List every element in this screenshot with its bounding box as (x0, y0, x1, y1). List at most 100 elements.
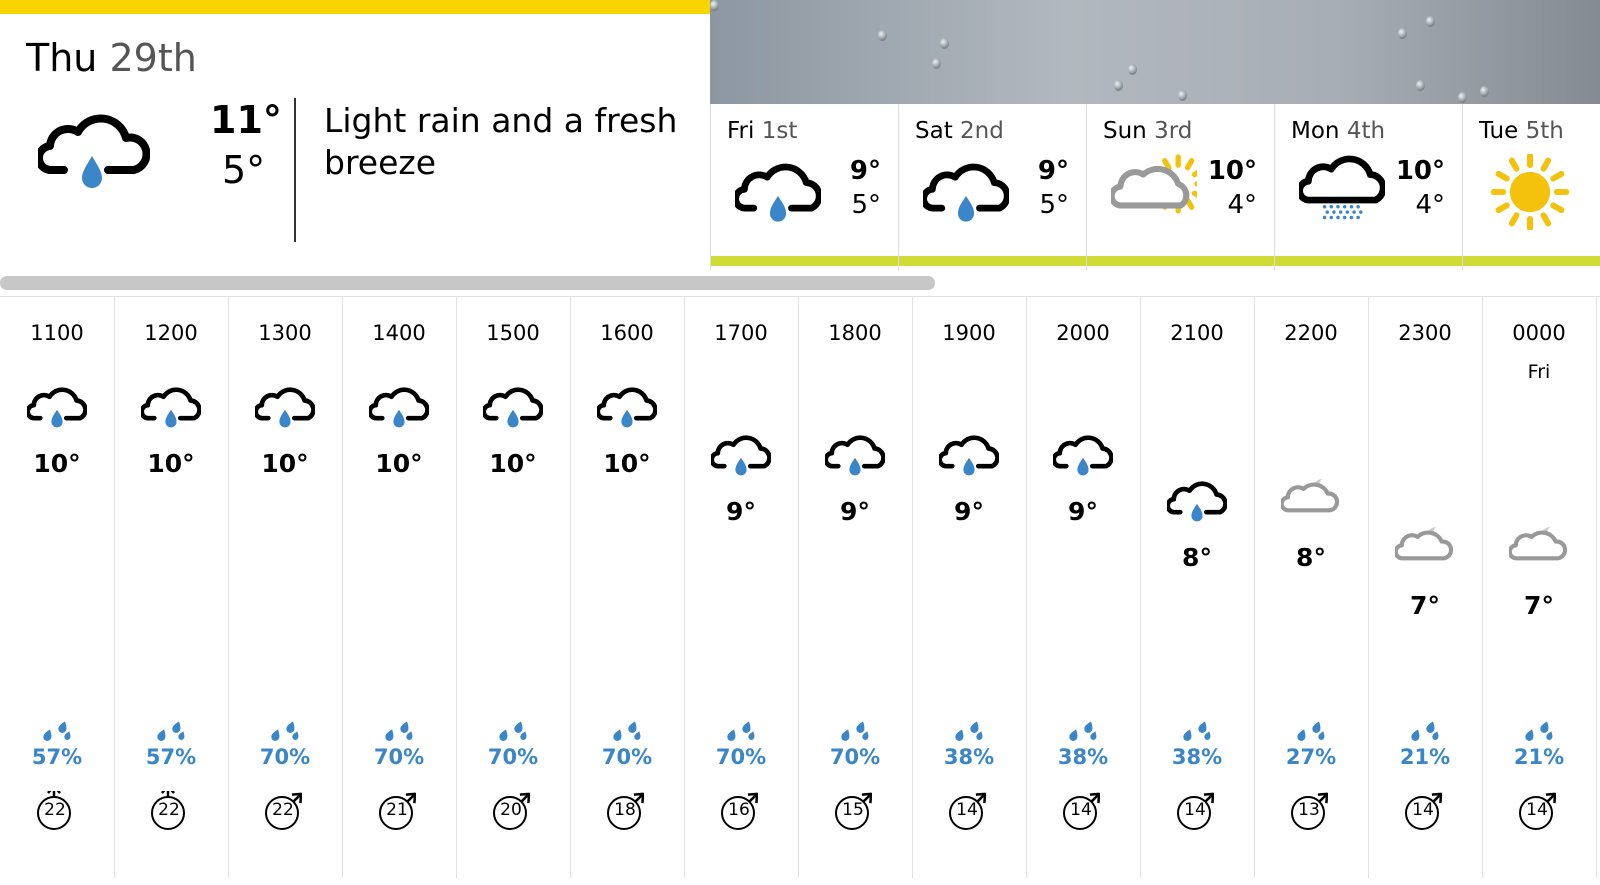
day-name: Fri (727, 118, 755, 144)
rain-drops-icon (953, 715, 985, 747)
light-rain-icon (253, 381, 316, 437)
today-day: Thu (26, 36, 98, 80)
day-stripe (1463, 256, 1600, 266)
hour-time: 1100 (30, 321, 84, 345)
wind-speed: 14 (1412, 800, 1434, 820)
rain-chance: 70% (601, 745, 653, 769)
day-stripe (711, 256, 899, 266)
hour-column-1900[interactable]: 1900 9° 38% 14 (912, 297, 1027, 878)
hour-temp: 10° (261, 449, 309, 478)
light-rain-icon (823, 429, 886, 485)
hour-column-1400[interactable]: 1400 10° 70% 21 (342, 297, 457, 878)
rain-chance: 70% (373, 745, 425, 769)
hour-column-1700[interactable]: 1700 9° 70% 16 (684, 297, 799, 878)
day-min-temp: 5° (1039, 190, 1069, 220)
hour-temp: 8° (1182, 543, 1212, 572)
wind-speed: 14 (1184, 800, 1206, 820)
light-rain-icon (709, 429, 772, 485)
hour-temp: 7° (1524, 591, 1554, 620)
rain-chance: 21% (1399, 745, 1451, 769)
light-rain-icon (481, 381, 544, 437)
light-rain-icon (732, 154, 823, 234)
hour-temp: 7° (1410, 591, 1440, 620)
hour-time: 2300 (1398, 321, 1452, 345)
rain-chance: 38% (1057, 745, 1109, 769)
light-rain-icon (139, 381, 202, 437)
hour-column-1800[interactable]: 1800 9° 70% 15 (798, 297, 913, 878)
rain-background-photo (710, 0, 1600, 104)
hour-time: 2000 (1056, 321, 1110, 345)
day-tile-mon[interactable]: Mon 4th 10° 4° (1274, 104, 1463, 270)
rain-drops-icon (497, 715, 529, 747)
wind-speed: 15 (842, 800, 864, 820)
day-tile-fri[interactable]: Fri 1st 9° 5° (710, 104, 899, 270)
day-name: Mon (1291, 118, 1340, 144)
hour-time: 1700 (714, 321, 768, 345)
day-tile-sun[interactable]: Sun 3rd 10° 4° (1086, 104, 1275, 270)
wind-speed: 22 (158, 800, 180, 820)
hour-time: 1200 (144, 321, 198, 345)
hour-column-0000[interactable]: 0000 Fri 7° 21% 14 (1482, 297, 1597, 878)
rain-drops-icon (1523, 715, 1555, 747)
hour-time: 2200 (1284, 321, 1338, 345)
rain-drops-icon (383, 715, 415, 747)
today-panel: Thu 29th 11° 5° Light rain and a fresh b… (0, 0, 710, 270)
hour-column-2000[interactable]: 2000 9° 38% 14 (1026, 297, 1141, 878)
rain-drops-icon (611, 715, 643, 747)
hour-temp: 9° (954, 497, 984, 526)
hour-column-1100[interactable]: 1100 10° 57% 22 (0, 297, 115, 878)
day-label: Sat 2nd (915, 118, 1004, 144)
hour-time: 1400 (372, 321, 426, 345)
day-date: 1st (761, 118, 798, 144)
rain-drops-icon (1295, 715, 1327, 747)
wind-speed: 18 (614, 800, 636, 820)
wind-speed: 20 (500, 800, 522, 820)
day-date: 3rd (1154, 118, 1193, 144)
rain-drops-icon (155, 715, 187, 747)
day-name: Tue (1479, 118, 1519, 144)
hour-column-1600[interactable]: 1600 10° 70% 18 (570, 297, 685, 878)
hour-column-1500[interactable]: 1500 10° 70% 20 (456, 297, 571, 878)
day-label: Sun 3rd (1103, 118, 1192, 144)
partly-cloudy-night-icon (1393, 523, 1455, 579)
hour-column-2300[interactable]: 2300 7° 21% 14 (1368, 297, 1483, 878)
rain-chance: 70% (487, 745, 539, 769)
light-rain-icon (1051, 429, 1114, 485)
day-max-temp: 10° (1207, 156, 1257, 186)
day-date: 2nd (960, 118, 1004, 144)
day-min-temp: 5° (851, 190, 881, 220)
partly-cloudy-night-icon (1507, 523, 1569, 579)
rain-chance: 57% (31, 745, 83, 769)
hour-column-2100[interactable]: 2100 8° 38% 14 (1140, 297, 1255, 878)
rain-chance: 38% (943, 745, 995, 769)
light-rain-icon (367, 381, 430, 437)
wind-speed: 21 (386, 800, 408, 820)
rain-chance: 21% (1513, 745, 1565, 769)
hour-temp: 8° (1296, 543, 1326, 572)
rain-chance: 38% (1171, 745, 1223, 769)
today-max-temp: 11° (210, 98, 282, 142)
wind-speed: 22 (44, 800, 66, 820)
day-min-temp: 4° (1415, 190, 1445, 220)
sunny-icon (1487, 152, 1573, 234)
hour-column-2200[interactable]: 2200 8° 27% 13 (1254, 297, 1369, 878)
scrollbar-thumb[interactable] (0, 276, 935, 290)
day-tile-sat[interactable]: Sat 2nd 9° 5° (898, 104, 1087, 270)
hour-column-1300[interactable]: 1300 10° 70% 22 (228, 297, 343, 878)
hour-time: 1800 (828, 321, 882, 345)
hour-column-1200[interactable]: 1200 10° 57% 22 (114, 297, 229, 878)
rain-drops-icon (1181, 715, 1213, 747)
rain-drops-icon (41, 715, 73, 747)
hour-time: 2100 (1170, 321, 1224, 345)
wind-speed: 22 (272, 800, 294, 820)
day-stripe (1275, 256, 1463, 266)
day-label: Tue 5th (1479, 118, 1564, 144)
day-stripe (1087, 256, 1275, 266)
wind-speed: 14 (1526, 800, 1548, 820)
hourly-forecast: 1100 10° 57% 22 1200 10° 57% 22 1300 10° 70% 22 1400… (0, 296, 1600, 882)
sunny-intervals-icon (1108, 154, 1208, 234)
rain-chance: 57% (145, 745, 197, 769)
hour-temp: 10° (489, 449, 537, 478)
day-tile-tue[interactable]: Tue 5th (1462, 104, 1600, 270)
light-rain-icon (937, 429, 1000, 485)
